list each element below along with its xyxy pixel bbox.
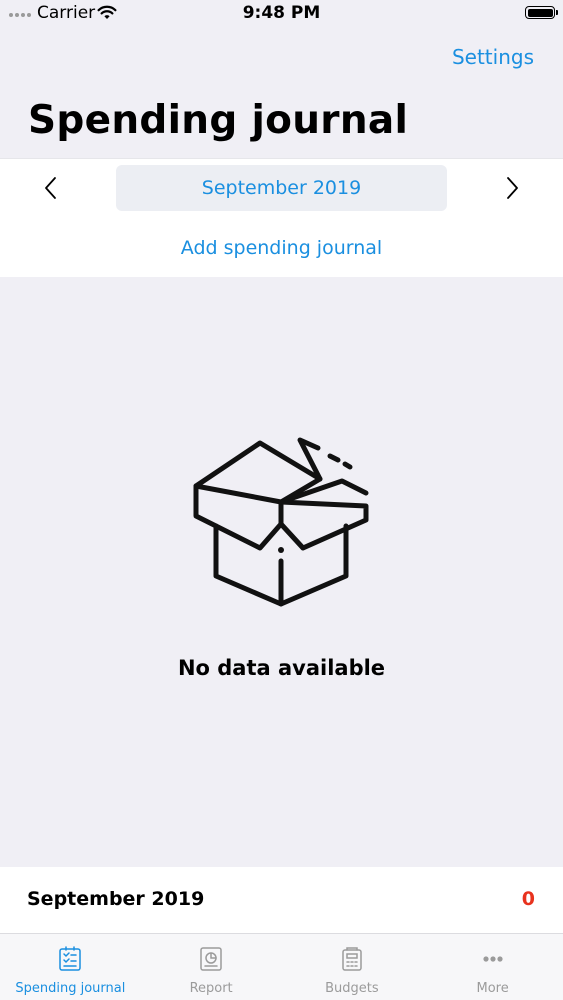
battery-icon bbox=[525, 6, 558, 19]
tab-budgets[interactable]: Budgets bbox=[282, 934, 423, 1000]
tab-label: Spending journal bbox=[15, 981, 126, 996]
clock: 9:48 PM bbox=[242, 3, 321, 23]
month-navigator: September 2019 bbox=[0, 158, 563, 219]
empty-state-message: No data available bbox=[177, 656, 386, 680]
more-icon bbox=[483, 956, 503, 962]
tab-label: Budgets bbox=[325, 981, 379, 996]
journal-icon bbox=[59, 946, 82, 971]
tab-bar: Spending journal Report Budgets More bbox=[0, 934, 563, 1000]
status-bar: Carrier 9:48 PM bbox=[0, 0, 563, 28]
month-selector-button[interactable]: September 2019 bbox=[116, 165, 447, 211]
summary-total-value: 0 bbox=[521, 888, 535, 910]
tab-more[interactable]: More bbox=[422, 934, 563, 1000]
empty-box-icon bbox=[193, 437, 369, 607]
add-spending-journal-button[interactable]: Add spending journal bbox=[0, 218, 563, 277]
tab-label: More bbox=[476, 981, 509, 996]
chevron-right-icon[interactable] bbox=[500, 176, 524, 200]
summary-month-label: September 2019 bbox=[27, 888, 205, 910]
month-summary-row: September 2019 0 bbox=[0, 867, 563, 934]
tab-label: Report bbox=[189, 981, 233, 996]
settings-button[interactable]: Settings bbox=[452, 45, 534, 69]
report-icon bbox=[200, 947, 222, 971]
chevron-left-icon[interactable] bbox=[40, 176, 64, 200]
tab-report[interactable]: Report bbox=[141, 934, 282, 1000]
budgets-icon bbox=[342, 947, 362, 971]
tab-spending-journal[interactable]: Spending journal bbox=[0, 934, 141, 1000]
page-title: Spending journal bbox=[28, 98, 409, 143]
